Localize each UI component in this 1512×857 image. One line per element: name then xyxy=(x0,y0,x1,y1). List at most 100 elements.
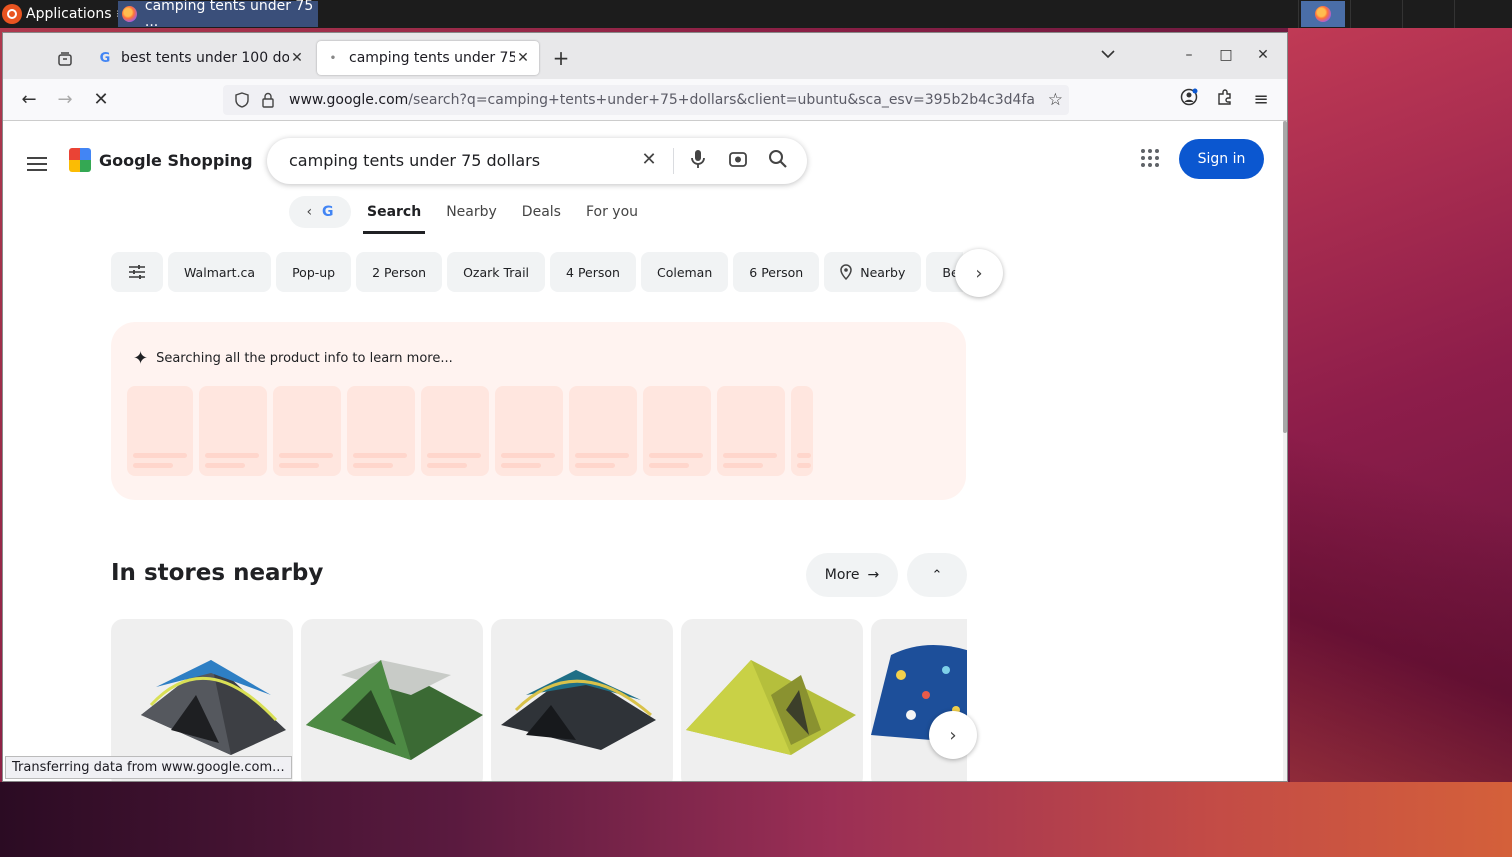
tent-image-green xyxy=(306,660,483,760)
applications-menu[interactable]: Applications ≡ xyxy=(2,2,127,26)
sparkle-icon: ✦ xyxy=(133,348,149,369)
tab-title: camping tents under 75 ( xyxy=(349,50,515,66)
account-icon[interactable] xyxy=(1177,88,1201,112)
chip-nearby[interactable]: Nearby xyxy=(824,252,922,292)
collapse-chevron-up-icon[interactable]: ⌃ xyxy=(907,553,967,597)
microphone-icon[interactable] xyxy=(686,149,710,174)
search-icon[interactable] xyxy=(766,149,790,174)
skeleton-card xyxy=(347,386,415,476)
carousel-next-chevron-icon[interactable]: › xyxy=(929,711,977,759)
clear-search-icon[interactable]: ✕ xyxy=(637,149,661,170)
url-bar[interactable]: www.google.com/search?q=camping+tents+un… xyxy=(223,85,1069,115)
tab-for-you[interactable]: For you xyxy=(586,194,638,230)
tray-firefox-button[interactable] xyxy=(1301,1,1345,27)
firefox-icon xyxy=(1315,6,1331,22)
tab-bar: G best tents under 100 doll ✕ • camping … xyxy=(3,33,1287,79)
tab-deals[interactable]: Deals xyxy=(522,194,561,230)
applications-label: Applications xyxy=(26,6,112,22)
skeleton-card xyxy=(273,386,341,476)
ai-loading-panel: ✦ Searching all the product info to lear… xyxy=(111,322,966,500)
google-favicon-icon: G xyxy=(99,50,111,66)
tab-best-tents[interactable]: G best tents under 100 doll ✕ xyxy=(89,41,313,75)
search-box[interactable]: camping tents under 75 dollars ✕ xyxy=(267,138,807,184)
top-panel: Applications ≡ camping tents under 75 ..… xyxy=(0,0,1512,30)
maximize-button[interactable]: □ xyxy=(1214,47,1238,63)
lens-camera-icon[interactable] xyxy=(726,149,750,174)
sign-in-button[interactable]: Sign in xyxy=(1179,139,1264,179)
lock-icon[interactable] xyxy=(261,92,275,108)
skeleton-card xyxy=(495,386,563,476)
product-card[interactable] xyxy=(301,619,483,781)
skeleton-card xyxy=(791,386,813,476)
page-scrollbar[interactable] xyxy=(1283,121,1287,781)
navigation-bar: ← → ✕ www.google.com/search?q=camping+te… xyxy=(3,79,1287,121)
filter-chips: Walmart.ca Pop-up 2 Person Ozark Trail 4… xyxy=(111,252,963,294)
panel-separator xyxy=(1454,0,1455,28)
tab-title: best tents under 100 doll xyxy=(121,50,289,66)
ai-status-text: Searching all the product info to learn … xyxy=(156,351,453,366)
skeleton-card xyxy=(643,386,711,476)
chip-popup[interactable]: Pop-up xyxy=(276,252,352,292)
chip-ozark-trail[interactable]: Ozark Trail xyxy=(447,252,546,292)
section-title: In stores nearby xyxy=(111,560,324,586)
desktop-wallpaper-bottom xyxy=(0,782,1512,857)
main-menu-icon[interactable] xyxy=(27,153,47,175)
filters-button[interactable] xyxy=(111,252,163,292)
skeleton-card xyxy=(421,386,489,476)
more-button[interactable]: More → xyxy=(806,553,898,597)
chip-walmart[interactable]: Walmart.ca xyxy=(168,252,272,292)
app-menu-icon[interactable]: ≡ xyxy=(1249,88,1273,112)
browser-window: G best tents under 100 doll ✕ • camping … xyxy=(2,32,1288,782)
tab-list-chevron-icon[interactable] xyxy=(1101,47,1115,63)
bookmark-star-icon[interactable]: ☆ xyxy=(1048,90,1063,110)
sliders-icon xyxy=(129,265,145,279)
tab-nearby[interactable]: Nearby xyxy=(446,194,497,230)
product-card[interactable] xyxy=(681,619,863,781)
product-card[interactable] xyxy=(491,619,673,781)
minimize-button[interactable]: – xyxy=(1177,47,1201,63)
skeleton-card xyxy=(717,386,785,476)
shield-icon[interactable] xyxy=(235,92,249,108)
page-content: Google Shopping camping tents under 75 d… xyxy=(3,121,1283,781)
skeleton-card xyxy=(569,386,637,476)
google-g-icon: G xyxy=(322,204,334,220)
chip-6-person[interactable]: 6 Person xyxy=(733,252,820,292)
tab-close-icon[interactable]: ✕ xyxy=(515,50,531,66)
close-window-button[interactable]: ✕ xyxy=(1251,47,1275,63)
tent-image-yellow xyxy=(686,660,856,755)
chevron-left-icon: ‹ xyxy=(306,204,313,220)
taskbar-firefox-window[interactable]: camping tents under 75 ... xyxy=(118,0,318,30)
panel-separator xyxy=(1298,0,1299,28)
google-shopping-logo[interactable]: Google Shopping xyxy=(69,148,253,172)
chip-coleman[interactable]: Coleman xyxy=(640,252,729,292)
new-tab-button[interactable]: + xyxy=(549,47,573,71)
shopping-bag-icon xyxy=(69,148,91,172)
tab-camping-tents[interactable]: • camping tents under 75 ( ✕ xyxy=(317,41,539,75)
skeleton-card xyxy=(199,386,267,476)
back-arrow-icon[interactable]: ← xyxy=(17,88,41,112)
forward-arrow-icon[interactable]: → xyxy=(53,88,77,112)
back-to-google-button[interactable]: ‹ G xyxy=(289,196,351,228)
google-apps-icon[interactable] xyxy=(1141,149,1159,167)
taskbar-window-title: camping tents under 75 ... xyxy=(144,0,314,30)
panel-separator xyxy=(1402,0,1403,28)
panel-separator xyxy=(1350,0,1351,28)
status-bar: Transferring data from www.google.com... xyxy=(5,756,292,779)
tab-overview-icon[interactable] xyxy=(53,47,77,71)
desktop-wallpaper-shade xyxy=(1290,330,1512,857)
search-input[interactable]: camping tents under 75 dollars xyxy=(289,151,540,170)
chip-2-person[interactable]: 2 Person xyxy=(356,252,443,292)
tent-image-teal xyxy=(501,670,656,750)
chip-4-person[interactable]: 4 Person xyxy=(550,252,636,292)
stop-loading-icon[interactable]: ✕ xyxy=(89,88,113,112)
location-pin-icon xyxy=(840,264,852,280)
search-nav-tabs: ‹ G Search Nearby Deals For you xyxy=(289,194,663,234)
tab-search[interactable]: Search xyxy=(362,194,426,234)
skeleton-card xyxy=(127,386,193,476)
chips-next-chevron-icon[interactable]: › xyxy=(955,249,1003,297)
firefox-icon xyxy=(122,6,137,22)
loading-dot-icon: • xyxy=(329,52,337,64)
url-text: www.google.com/search?q=camping+tents+un… xyxy=(289,92,1035,108)
extensions-icon[interactable] xyxy=(1213,88,1237,112)
tab-close-icon[interactable]: ✕ xyxy=(289,50,305,66)
